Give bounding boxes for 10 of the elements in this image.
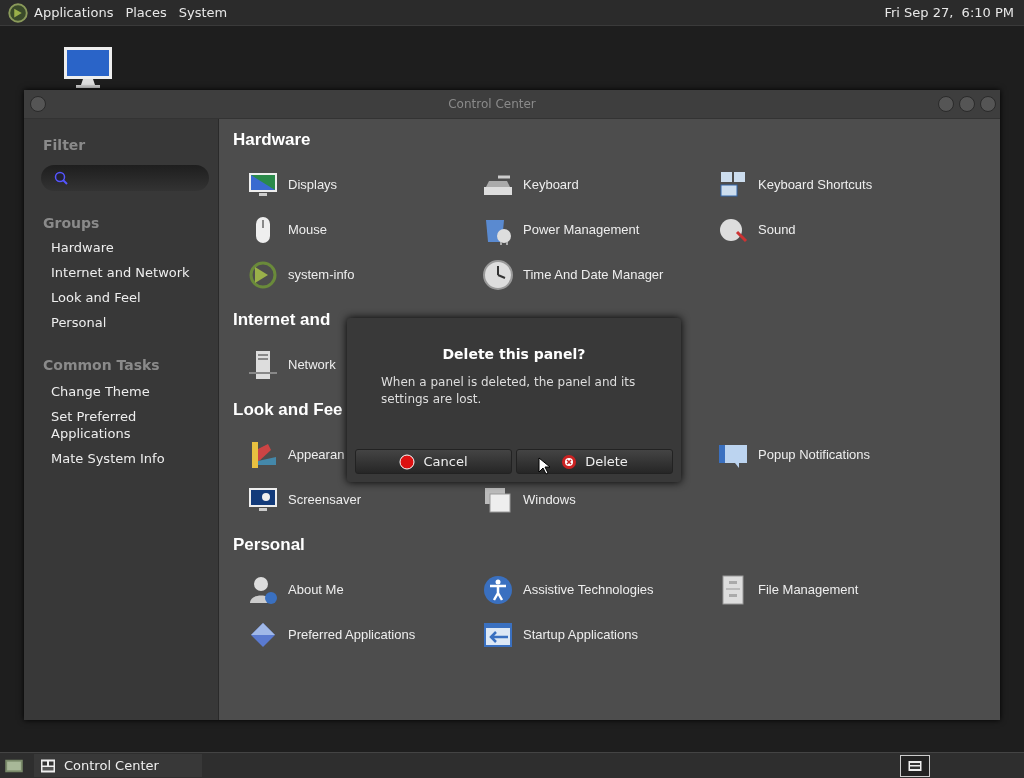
section-heading: Common Tasks: [43, 357, 161, 373]
dialog-title: Delete this panel?: [441, 346, 587, 362]
section-title: Hardware: [233, 129, 311, 151]
dialog-message: When a panel is deleted, the panel and its settings are lost.: [381, 374, 637, 408]
section-heading: Groups: [43, 215, 101, 231]
section-title: Personal: [233, 534, 305, 556]
section-heading: Filter: [43, 137, 87, 153]
window-title: Control Center: [448, 97, 536, 111]
section-title: Internet and: [233, 309, 331, 331]
section-title: Look and Fee: [233, 399, 343, 421]
